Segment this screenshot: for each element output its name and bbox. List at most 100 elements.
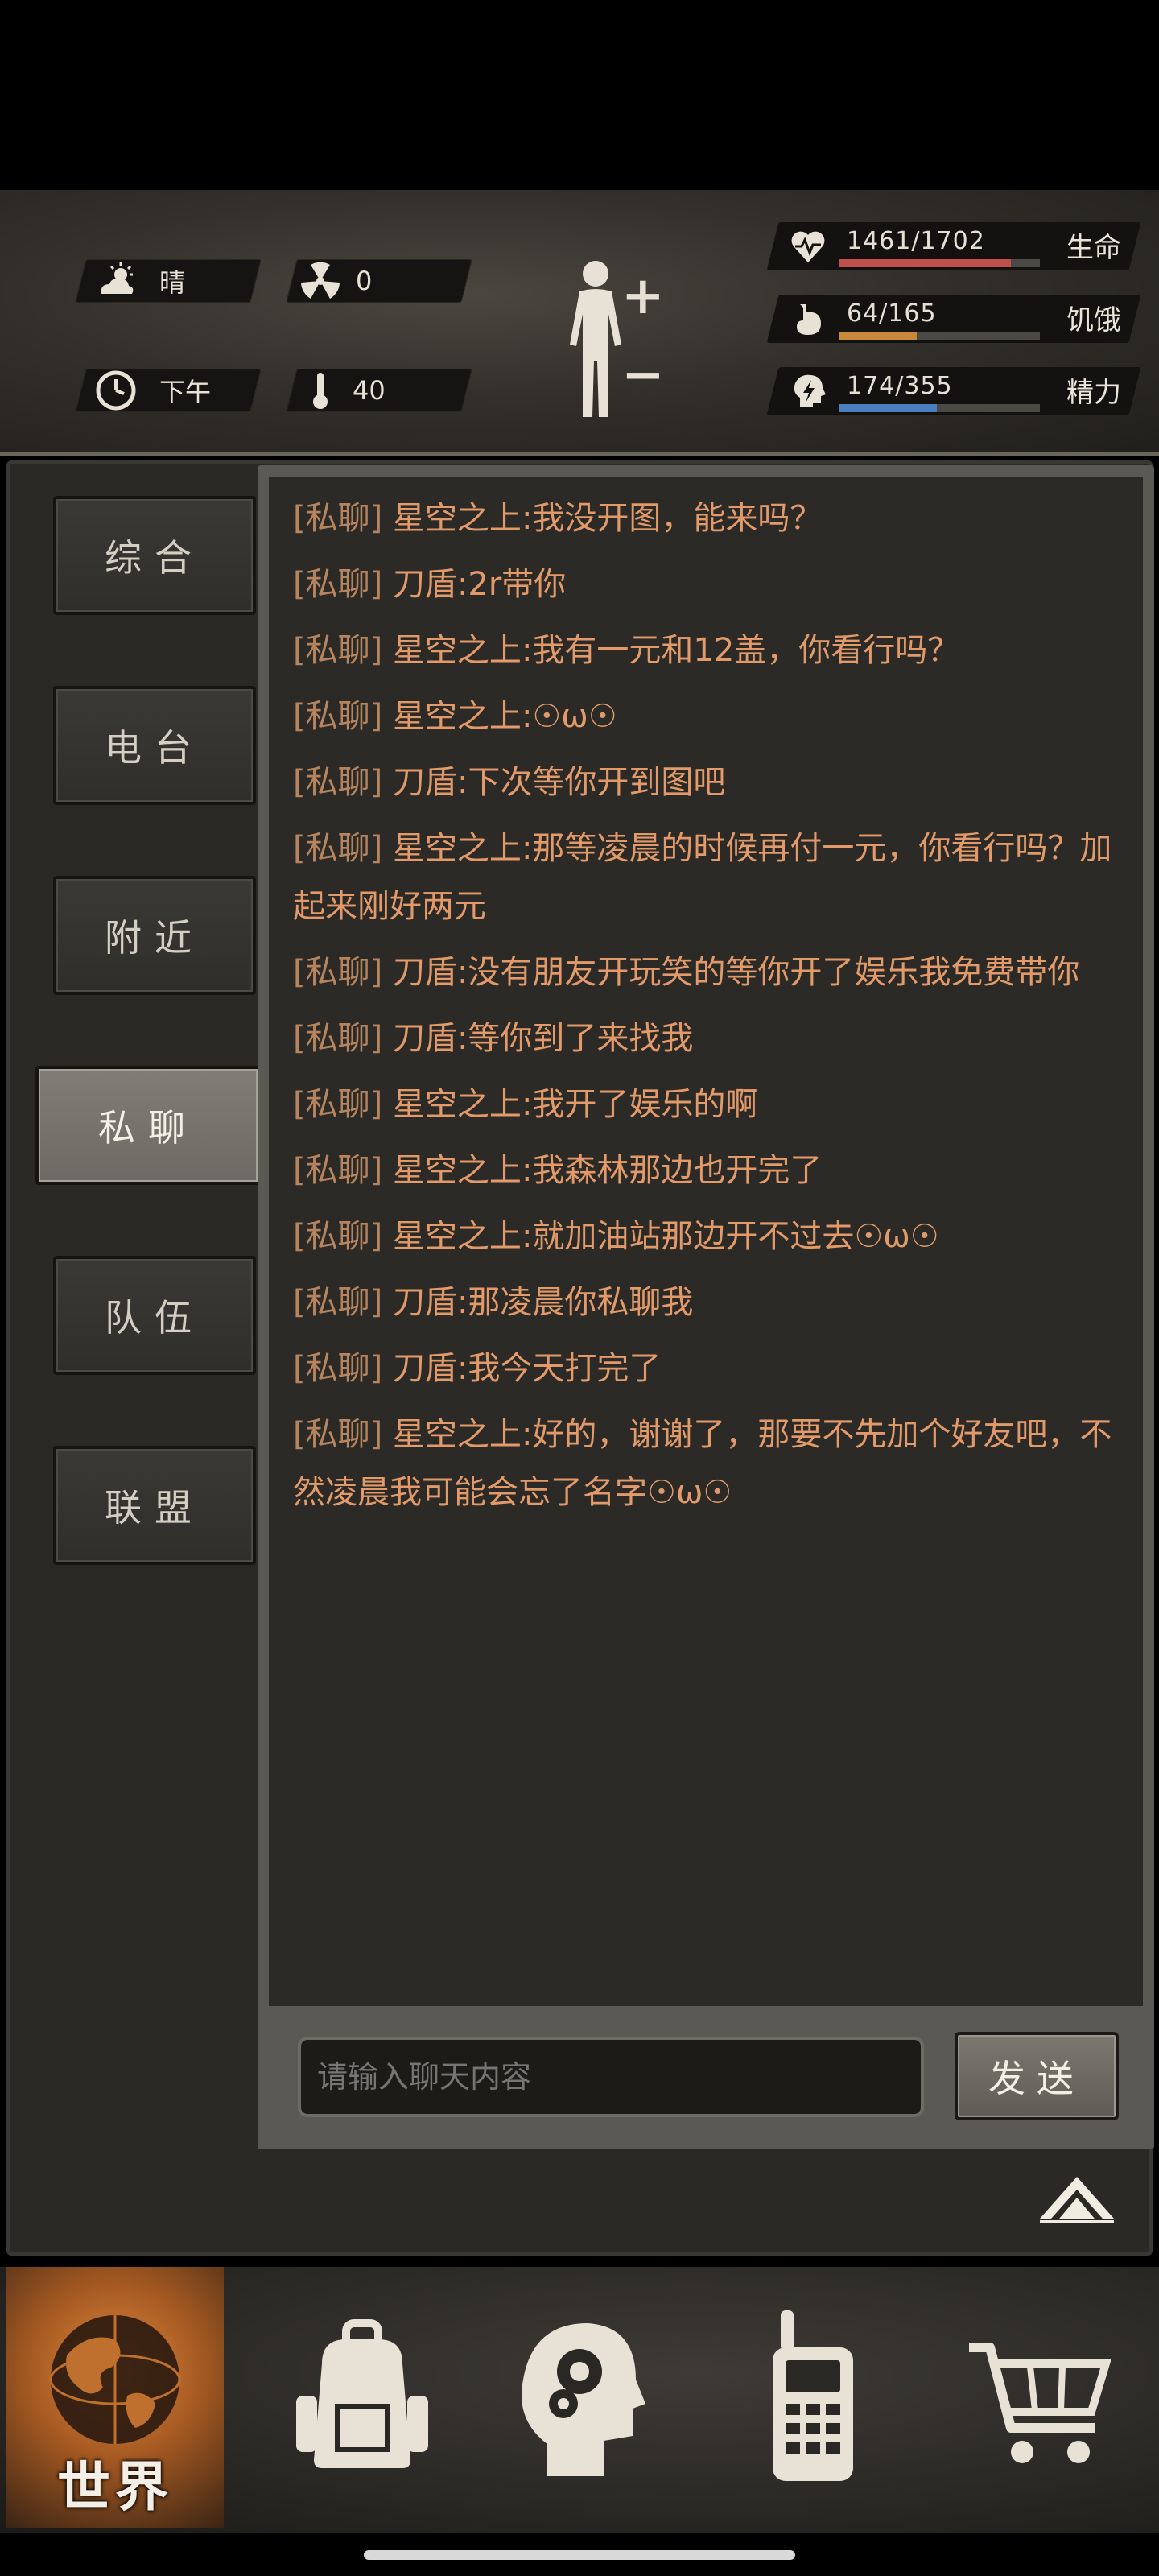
- chat-message: [私聊] 星空之上:我有一元和12盖，你看行吗？: [293, 621, 1138, 679]
- tab-private-chat[interactable]: 私聊: [35, 1066, 261, 1185]
- life-value: 1461/1702: [847, 227, 985, 255]
- message-tag: [私聊]: [293, 698, 383, 735]
- collapse-up-icon[interactable]: [1038, 2174, 1116, 2225]
- chat-message: [私聊] 星空之上:好的，谢谢了，那要不先加个好友吧，不然凌晨我可能会忘了名字☉…: [293, 1406, 1138, 1521]
- message-sender[interactable]: 刀盾: [393, 954, 457, 991]
- top-blank-area: [0, 0, 1159, 190]
- message-sender[interactable]: 星空之上: [393, 1416, 522, 1453]
- message-tag: [私聊]: [293, 1152, 383, 1189]
- tab-radio[interactable]: 电台: [53, 686, 256, 805]
- message-text: :我开了娱乐的啊: [521, 1086, 758, 1123]
- energy-bar: [839, 404, 1040, 412]
- send-button[interactable]: 发送: [955, 2032, 1119, 2120]
- hunger-value: 64/165: [847, 299, 937, 328]
- message-sender[interactable]: 星空之上: [393, 830, 522, 867]
- message-text: :没有朋友开玩笑的等你开了娱乐我免费带你: [456, 954, 1080, 991]
- message-text: :下次等你开到图吧: [456, 764, 726, 801]
- message-sender[interactable]: 刀盾: [393, 566, 457, 603]
- message-text: :就加油站那边开不过去☉ω☉: [521, 1218, 939, 1255]
- chat-message: [私聊] 刀盾:2r带你: [293, 555, 1138, 613]
- hunger-label: 饥饿: [1066, 304, 1121, 336]
- chat-message: [私聊] 刀盾:没有朋友开玩笑的等你开了娱乐我免费带你: [293, 943, 1138, 1001]
- chat-frame: [私聊] 星空之上:我没开图，能来吗？ [私聊] 刀盾:2r带你 [私聊] 星空…: [258, 465, 1154, 2149]
- message-text: :我森林那边也开完了: [521, 1152, 823, 1189]
- heart-pulse-icon: [791, 231, 825, 262]
- message-tag: [私聊]: [293, 1086, 383, 1123]
- temperature-text: 40: [353, 375, 386, 406]
- chat-input[interactable]: [298, 2037, 924, 2117]
- message-tag: [私聊]: [293, 1218, 383, 1255]
- message-tag: [私聊]: [293, 1020, 383, 1057]
- home-indicator[interactable]: [364, 2550, 795, 2560]
- life-bar-fill: [839, 259, 1011, 267]
- chat-message: [私聊] 刀盾:等你到了来找我: [293, 1009, 1138, 1067]
- message-tag: [私聊]: [293, 830, 383, 867]
- message-sender[interactable]: 刀盾: [393, 764, 457, 801]
- nav-shop[interactable]: [934, 2267, 1143, 2528]
- message-sender[interactable]: 星空之上: [393, 500, 522, 537]
- energy-label: 精力: [1066, 377, 1121, 409]
- radiation-text: 0: [356, 266, 373, 296]
- clock-icon: [96, 370, 136, 411]
- bottom-nav: 世界: [0, 2267, 1159, 2533]
- thermometer-icon: [313, 373, 328, 409]
- chat-message: [私聊] 星空之上:就加油站那边开不过去☉ω☉: [293, 1208, 1138, 1265]
- stat-energy: 174/355 精力: [766, 367, 1141, 415]
- chat-message: [私聊] 刀盾:那凌晨你私聊我: [293, 1274, 1138, 1331]
- message-text: :我今天打完了: [456, 1350, 662, 1387]
- message-sender[interactable]: 刀盾: [393, 1284, 457, 1321]
- chat-message: [私聊] 星空之上:我没开图，能来吗？: [293, 489, 1138, 547]
- message-tag: [私聊]: [293, 764, 383, 801]
- brain-head-icon: [522, 2323, 645, 2476]
- plus-icon[interactable]: +: [621, 270, 665, 322]
- chat-message: [私聊] 星空之上:我开了娱乐的啊: [293, 1075, 1138, 1133]
- message-text: :我有一元和12盖，你看行吗？: [521, 632, 960, 669]
- message-text: :那凌晨你私聊我: [456, 1284, 694, 1321]
- message-sender[interactable]: 刀盾: [393, 1350, 457, 1387]
- life-bar: [839, 259, 1040, 267]
- shopping-cart-icon: [969, 2343, 1111, 2463]
- message-sender[interactable]: 星空之上: [393, 1152, 522, 1189]
- tab-alliance[interactable]: 联盟: [53, 1446, 256, 1565]
- weather-sunny-icon: [101, 262, 134, 294]
- chat-message: [私聊] 刀盾:下次等你开到图吧: [293, 753, 1138, 811]
- chat-message: [私聊] 星空之上:☉ω☉: [293, 687, 1138, 745]
- stat-life: 1461/1702 生命: [766, 222, 1141, 270]
- energy-bar-fill: [839, 404, 937, 412]
- head-bolt-icon: [794, 374, 826, 407]
- walkie-talkie-icon: [773, 2310, 853, 2481]
- stomach-icon: [797, 304, 821, 335]
- stat-hunger: 64/165 饥饿: [766, 295, 1141, 343]
- hunger-bar-fill: [839, 332, 917, 340]
- message-tag: [私聊]: [293, 632, 383, 669]
- message-sender[interactable]: 刀盾: [393, 1020, 457, 1057]
- minus-icon[interactable]: −: [621, 349, 665, 401]
- message-sender[interactable]: 星空之上: [393, 1086, 522, 1123]
- body-adjust-controls: + −: [621, 270, 665, 401]
- message-tag: [私聊]: [293, 954, 383, 991]
- time-text: 下午: [159, 377, 212, 407]
- message-list[interactable]: [私聊] 星空之上:我没开图，能来吗？ [私聊] 刀盾:2r带你 [私聊] 星空…: [269, 477, 1143, 2006]
- hunger-bar: [839, 332, 1040, 340]
- message-text: :我没开图，能来吗？: [521, 500, 823, 537]
- nav-world-label: 世界: [57, 2456, 173, 2518]
- nav-skills[interactable]: [475, 2267, 684, 2528]
- tab-team[interactable]: 队伍: [53, 1256, 256, 1375]
- message-tag: [私聊]: [293, 500, 383, 537]
- nav-radio[interactable]: [708, 2267, 918, 2528]
- nav-world[interactable]: 世界: [6, 2267, 224, 2528]
- message-text: :等你到了来找我: [456, 1020, 694, 1057]
- message-tag: [私聊]: [293, 1416, 383, 1453]
- tab-general[interactable]: 综合: [53, 496, 256, 615]
- tab-nearby[interactable]: 附近: [53, 876, 256, 995]
- chat-message: [私聊] 星空之上:我森林那边也开完了: [293, 1141, 1138, 1199]
- backpack-icon: [296, 2319, 428, 2468]
- nav-backpack[interactable]: [258, 2267, 467, 2528]
- message-sender[interactable]: 星空之上: [393, 632, 522, 669]
- chat-message: [私聊] 刀盾:我今天打完了: [293, 1340, 1138, 1397]
- message-sender[interactable]: 星空之上: [393, 698, 522, 735]
- message-tag: [私聊]: [293, 1284, 383, 1321]
- weather-text: 晴: [159, 267, 186, 298]
- message-sender[interactable]: 星空之上: [393, 1218, 522, 1255]
- message-text: :☉ω☉: [521, 698, 617, 735]
